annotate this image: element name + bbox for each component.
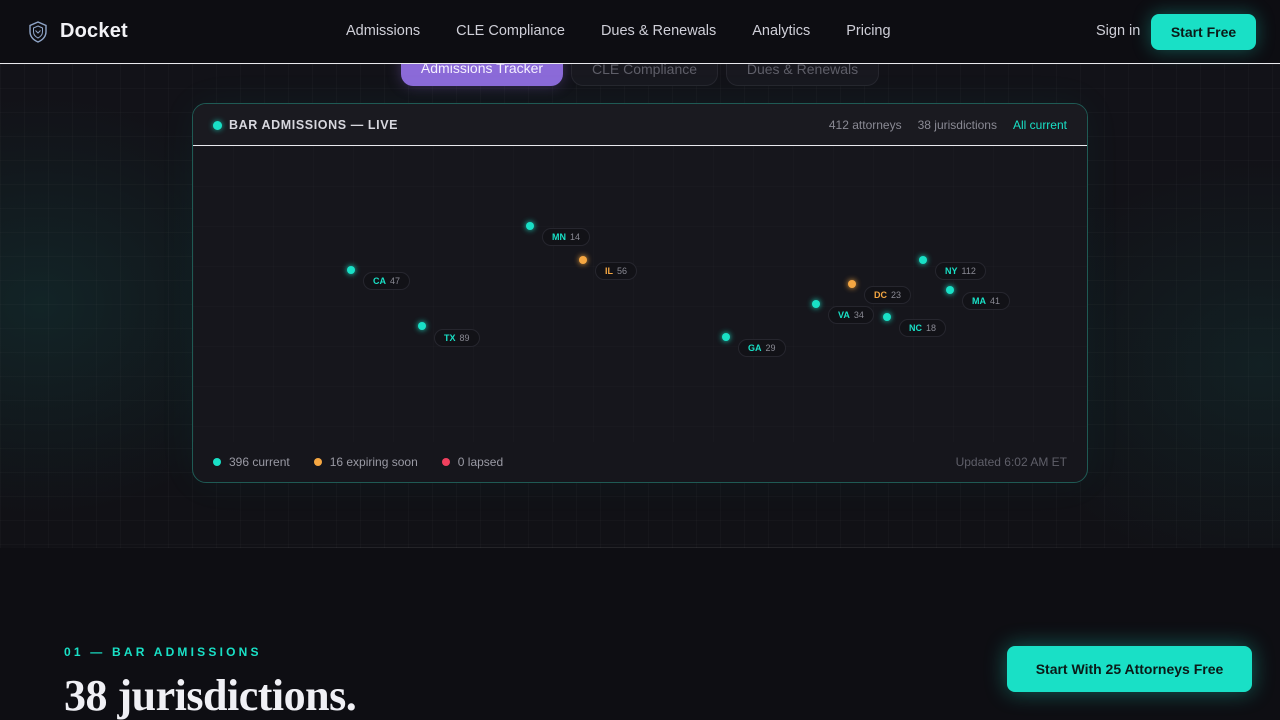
pin-code: CA	[373, 276, 386, 286]
legend-label-expiring: 16 expiring soon	[329, 455, 418, 469]
pin-label-mn[interactable]: MN 14	[542, 228, 591, 246]
pin-code: TX	[444, 333, 456, 343]
pin-count: 34	[853, 310, 864, 320]
pin-label-tx[interactable]: TX 89	[434, 329, 480, 347]
pin-label-ga[interactable]: GA 29	[738, 339, 786, 357]
pin-count: 18	[926, 323, 937, 333]
pin-label-dc[interactable]: DC 23	[864, 286, 912, 304]
pin-label-va[interactable]: VA 34	[828, 306, 874, 324]
pin-label-il[interactable]: IL 56	[595, 262, 638, 280]
sign-in-link[interactable]: Sign in	[1096, 23, 1140, 39]
pin-code: NY	[945, 266, 958, 276]
pin-label-nc[interactable]: NC 18	[899, 319, 947, 337]
card-stats: 412 attorneys 38 jurisdictions All curre…	[829, 118, 1067, 132]
nav-link-analytics[interactable]: Analytics	[752, 23, 810, 39]
legend-label-lapsed: 0 lapsed	[457, 455, 504, 469]
legend-current: 396 current	[213, 455, 290, 469]
attorney-count: 412 attorneys	[828, 118, 902, 132]
start-trial-cta-button[interactable]: Start With 25 Attorneys Free	[1007, 646, 1252, 692]
nav-link-cle-compliance[interactable]: CLE Compliance	[456, 23, 565, 39]
pin-dot-dc[interactable]	[848, 280, 856, 288]
brand-logo[interactable]: Docket	[28, 20, 128, 43]
nav-link-admissions[interactable]: Admissions	[346, 23, 420, 39]
pin-count: 56	[617, 266, 628, 276]
pin-count: 112	[961, 266, 976, 276]
section-divider	[0, 547, 1280, 548]
card-title: BAR ADMISSIONS — LIVE	[229, 118, 399, 132]
legend-dot-current	[213, 458, 221, 466]
jurisdiction-map: CA 47 TX 89 MN 14 IL 56 GA 29 VA 34 DC 23 NC 18 NY 112 MA 4…	[193, 146, 1087, 442]
section-eyebrow: 01 — BAR ADMISSIONS	[64, 645, 262, 659]
pin-dot-mn[interactable]	[526, 222, 534, 230]
admissions-live-card: BAR ADMISSIONS — LIVE 412 attorneys 38 j…	[192, 103, 1088, 483]
legend-lapsed: 0 lapsed	[441, 455, 504, 469]
pin-code: VA	[838, 310, 850, 320]
pin-dot-va[interactable]	[812, 300, 820, 308]
pin-count: 14	[570, 232, 581, 242]
card-footer: 396 current 16 expiring soon 0 lapsed Up…	[193, 442, 1087, 482]
start-free-button[interactable]: Start Free	[1151, 14, 1256, 50]
pin-count: 41	[990, 296, 1001, 306]
pin-count: 29	[765, 343, 776, 353]
pin-dot-ma[interactable]	[946, 286, 954, 294]
pin-dot-nc[interactable]	[883, 313, 891, 321]
pin-count: 23	[891, 290, 902, 300]
live-indicator-dot	[213, 121, 222, 130]
shield-icon	[29, 20, 47, 43]
nav-link-pricing[interactable]: Pricing	[846, 23, 890, 39]
status-legend: 396 current 16 expiring soon 0 lapsed	[213, 455, 503, 469]
pin-code: MA	[972, 296, 986, 306]
pin-code: GA	[748, 343, 762, 353]
pin-dot-tx[interactable]	[418, 322, 426, 330]
pin-label-ca[interactable]: CA 47	[363, 272, 411, 290]
jurisdiction-count: 38 jurisdictions	[917, 118, 997, 132]
top-nav: Docket Admissions CLE Compliance Dues & …	[0, 0, 1280, 64]
pin-label-ma[interactable]: MA 41	[962, 292, 1011, 310]
pin-count: 47	[390, 276, 401, 286]
legend-label-current: 396 current	[229, 455, 290, 469]
pin-dot-il[interactable]	[579, 256, 587, 264]
legend-dot-expiring	[313, 458, 322, 466]
pin-code: NC	[909, 323, 922, 333]
nav-link-dues-renewals[interactable]: Dues & Renewals	[601, 23, 716, 39]
legend-expiring: 16 expiring soon	[313, 455, 418, 469]
card-header: BAR ADMISSIONS — LIVE 412 attorneys 38 j…	[193, 104, 1087, 146]
nav-links: Admissions CLE Compliance Dues & Renewal…	[346, 23, 891, 39]
legend-dot-lapsed	[441, 458, 450, 466]
status-summary: All current	[1012, 118, 1067, 132]
pin-dot-ca[interactable]	[347, 266, 355, 274]
pin-count: 89	[459, 333, 470, 343]
pin-dot-ny[interactable]	[919, 256, 927, 264]
updated-timestamp: Updated 6:02 AM ET	[955, 455, 1067, 469]
pin-code: DC	[874, 290, 887, 300]
pin-label-ny[interactable]: NY 112	[935, 262, 986, 280]
section-headline: 38 jurisdictions.	[64, 671, 357, 720]
map-grid	[193, 146, 1087, 442]
pin-code: IL	[605, 266, 613, 276]
pin-dot-ga[interactable]	[722, 333, 730, 341]
pin-code: MN	[552, 232, 566, 242]
brand-name: Docket	[60, 20, 128, 42]
